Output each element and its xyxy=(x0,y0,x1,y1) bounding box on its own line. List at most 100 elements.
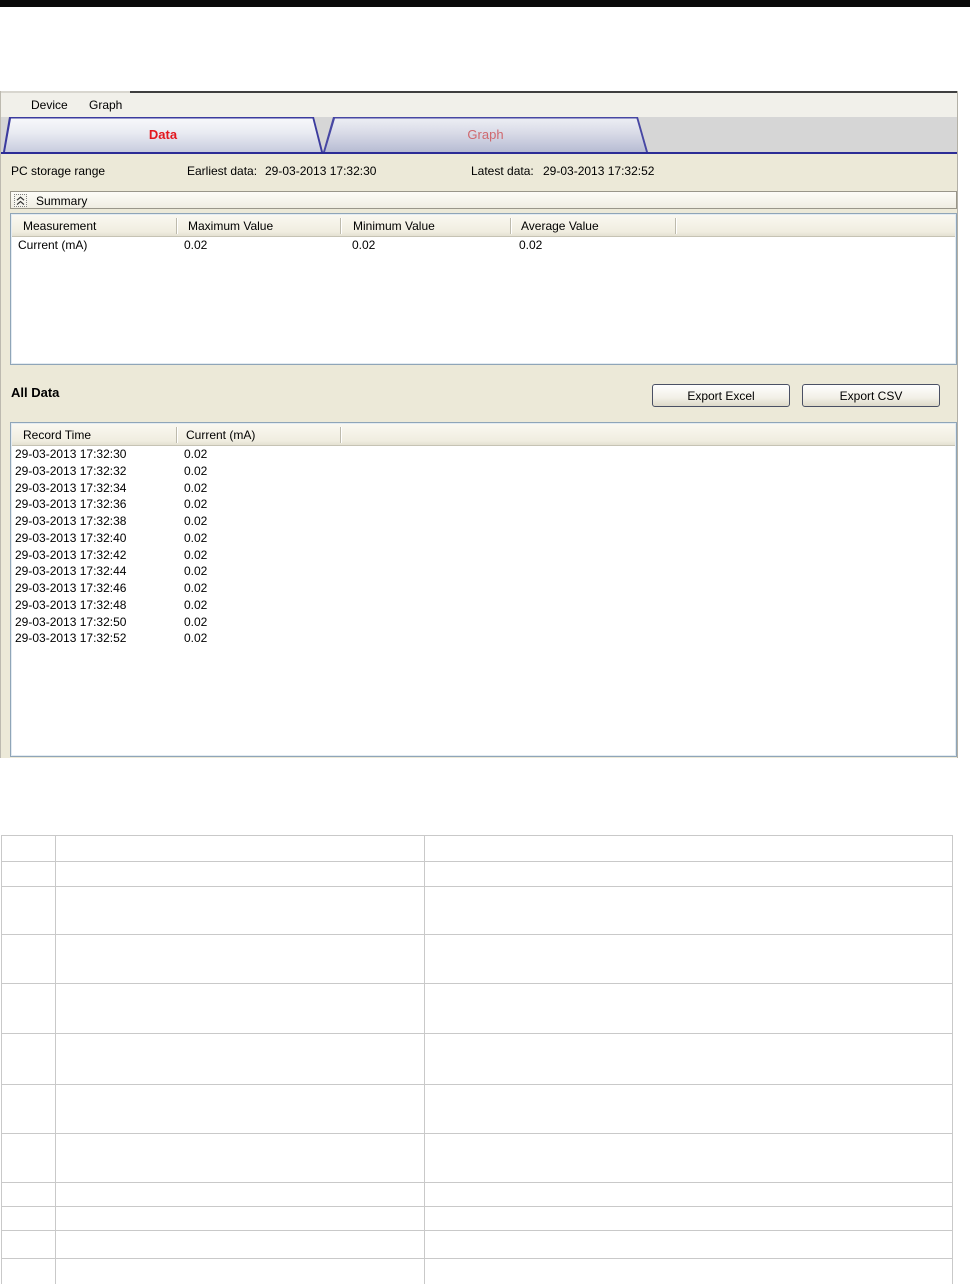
table-cell: 0.02 xyxy=(184,564,208,579)
table-cell: 29-03-2013 17:32:36 xyxy=(15,497,127,512)
empty-table-cell xyxy=(2,887,56,934)
collapse-button[interactable] xyxy=(14,194,27,207)
table-cell: 0.02 xyxy=(184,631,208,646)
empty-table-cell xyxy=(56,1134,425,1182)
empty-table-cell xyxy=(425,1085,952,1133)
pc-storage-range-label: PC storage range xyxy=(11,164,106,178)
empty-table-row xyxy=(2,983,952,1033)
tab-data[interactable]: Data xyxy=(3,117,323,152)
empty-table-cell xyxy=(56,887,425,934)
empty-table-cell xyxy=(2,836,56,861)
table-cell: 0.02 xyxy=(184,547,208,562)
table-row[interactable]: 29-03-2013 17:32:36 0.02 xyxy=(12,497,955,514)
empty-table-cell xyxy=(425,1231,952,1258)
empty-table-cell xyxy=(425,862,952,886)
table-cell: 29-03-2013 17:32:40 xyxy=(15,530,127,545)
export-csv-button[interactable]: Export CSV xyxy=(802,384,940,407)
document-page: Device Graph Data Graph PC storage range… xyxy=(0,0,970,1284)
summary-title: Summary xyxy=(36,194,88,208)
menu-graph[interactable]: Graph xyxy=(85,97,126,114)
menu-device[interactable]: Device xyxy=(27,97,72,114)
summary-collapse-bar[interactable]: Summary xyxy=(10,191,957,209)
table-cell: 0.02 xyxy=(184,614,208,629)
all-data-table-header: Record Time Current (mA) xyxy=(12,424,955,446)
table-cell: 0.02 xyxy=(184,581,208,595)
empty-table-cell xyxy=(2,1034,56,1084)
export-excel-button[interactable]: Export Excel xyxy=(652,384,790,407)
empty-table-cell xyxy=(56,935,425,983)
empty-document-table xyxy=(1,835,953,1284)
table-cell: 29-03-2013 17:32:34 xyxy=(15,480,127,495)
summary-table-body: Current (mA) 0.02 0.02 0.02 xyxy=(12,238,955,363)
empty-table-cell xyxy=(2,862,56,886)
table-cell: 0.02 xyxy=(184,447,208,461)
table-row[interactable]: 29-03-2013 17:32:46 0.02 xyxy=(12,581,955,598)
empty-table-cell xyxy=(56,1231,425,1258)
empty-table-cell xyxy=(2,1085,56,1133)
empty-table-cell xyxy=(56,836,425,861)
empty-table-row xyxy=(2,1084,952,1133)
table-row[interactable]: 29-03-2013 17:32:30 0.02 xyxy=(12,447,955,464)
empty-table-cell xyxy=(56,1034,425,1084)
table-cell: 0.02 xyxy=(184,480,208,495)
col-maximum-value[interactable]: Maximum Value xyxy=(188,219,273,233)
table-cell: 29-03-2013 17:32:46 xyxy=(15,581,127,595)
empty-table-cell xyxy=(425,935,952,983)
empty-table-cell xyxy=(2,1207,56,1230)
double-chevron-up-icon xyxy=(16,195,25,205)
table-row[interactable]: 29-03-2013 17:32:40 0.02 xyxy=(12,531,955,548)
col-minimum-value[interactable]: Minimum Value xyxy=(353,219,435,233)
empty-table-row xyxy=(2,836,952,861)
all-data-title: All Data xyxy=(11,385,60,400)
table-cell: 0.02 xyxy=(184,497,208,512)
col-record-time[interactable]: Record Time xyxy=(23,428,91,442)
table-cell: 29-03-2013 17:32:50 xyxy=(15,614,127,629)
empty-table-row xyxy=(2,886,952,934)
earliest-data-value: 29-03-2013 17:32:30 xyxy=(265,164,377,178)
empty-table-cell xyxy=(425,887,952,934)
empty-table-cell xyxy=(2,1259,56,1284)
empty-table-cell xyxy=(2,935,56,983)
table-cell: 0.02 xyxy=(184,597,208,612)
tab-graph[interactable]: Graph xyxy=(323,117,648,152)
table-row[interactable]: 29-03-2013 17:32:42 0.02 xyxy=(12,548,955,565)
empty-table-row xyxy=(2,1258,952,1284)
datalogger-app-window: Device Graph Data Graph PC storage range… xyxy=(0,91,958,758)
empty-table-cell xyxy=(56,984,425,1033)
page-top-rule xyxy=(0,0,970,7)
empty-table-row xyxy=(2,1182,952,1206)
table-row[interactable]: 29-03-2013 17:32:50 0.02 xyxy=(12,615,955,632)
empty-table-cell xyxy=(2,984,56,1033)
empty-table-row xyxy=(2,1033,952,1084)
empty-table-cell xyxy=(425,1034,952,1084)
table-row[interactable]: 29-03-2013 17:32:48 0.02 xyxy=(12,598,955,615)
table-row[interactable]: 29-03-2013 17:32:34 0.02 xyxy=(12,481,955,498)
empty-table-cell xyxy=(425,836,952,861)
col-average-value[interactable]: Average Value xyxy=(521,219,599,233)
empty-table-cell xyxy=(56,1085,425,1133)
table-row[interactable]: Current (mA) 0.02 0.02 0.02 xyxy=(12,238,955,255)
empty-table-cell xyxy=(425,1134,952,1182)
empty-table-cell xyxy=(56,1183,425,1206)
table-cell: Current (mA) xyxy=(18,238,88,252)
empty-table-row xyxy=(2,1133,952,1182)
table-cell: 29-03-2013 17:32:52 xyxy=(15,631,127,646)
empty-table-cell xyxy=(425,1183,952,1206)
table-row[interactable]: 29-03-2013 17:32:44 0.02 xyxy=(12,564,955,581)
table-row[interactable]: 29-03-2013 17:32:32 0.02 xyxy=(12,464,955,481)
table-cell: 29-03-2013 17:32:42 xyxy=(15,547,127,562)
table-cell: 0.02 xyxy=(519,238,543,252)
empty-table-cell xyxy=(425,984,952,1033)
col-current-ma[interactable]: Current (mA) xyxy=(186,428,255,442)
empty-table-cell xyxy=(56,1207,425,1230)
table-cell: 29-03-2013 17:32:38 xyxy=(15,514,127,528)
empty-table-cell xyxy=(425,1259,952,1284)
col-measurement[interactable]: Measurement xyxy=(23,219,96,233)
table-row[interactable]: 29-03-2013 17:32:52 0.02 xyxy=(12,631,955,648)
table-cell: 0.02 xyxy=(184,238,208,252)
empty-table-row xyxy=(2,861,952,886)
table-row[interactable]: 29-03-2013 17:32:38 0.02 xyxy=(12,514,955,531)
table-cell: 0.02 xyxy=(184,530,208,545)
latest-data-value: 29-03-2013 17:32:52 xyxy=(543,164,655,178)
empty-table-cell xyxy=(2,1231,56,1258)
